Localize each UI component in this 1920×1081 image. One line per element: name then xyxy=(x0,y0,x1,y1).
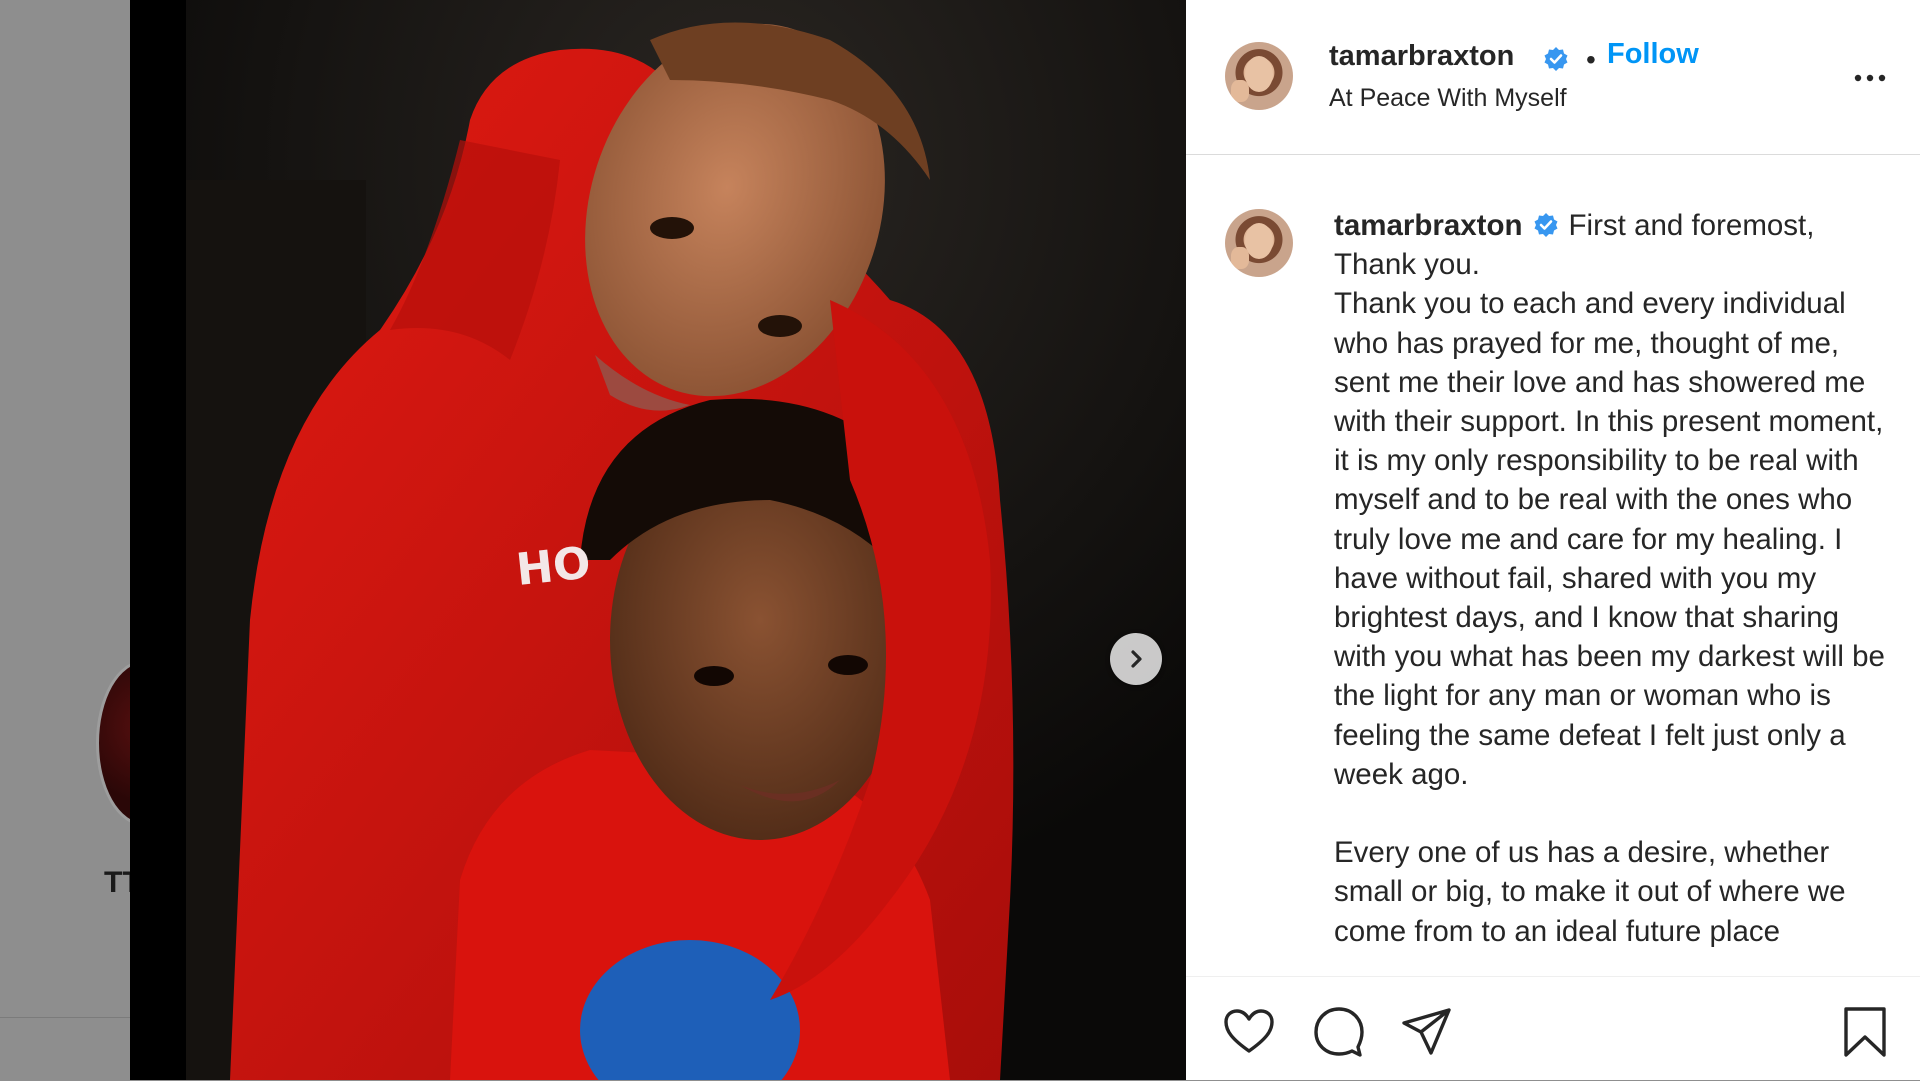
post-caption: tamarbraxton First and foremost, Thank yo… xyxy=(1334,206,1894,951)
verified-badge-icon xyxy=(1544,47,1568,71)
verified-badge-icon xyxy=(1534,213,1558,237)
caption-username[interactable]: tamarbraxton xyxy=(1334,209,1523,242)
follow-button[interactable]: Follow xyxy=(1607,38,1699,71)
comment-icon[interactable] xyxy=(1312,1005,1366,1059)
heart-icon[interactable] xyxy=(1222,1005,1276,1059)
photo-shirt-text: HO xyxy=(514,537,593,595)
next-photo-button[interactable] xyxy=(1110,633,1162,685)
caption-avatar[interactable] xyxy=(1225,209,1293,277)
background-page xyxy=(0,0,130,1080)
share-icon[interactable] xyxy=(1400,1005,1454,1059)
post-header: tamarbraxton • Follow At Peace With Myse… xyxy=(1186,0,1920,155)
separator-dot: • xyxy=(1586,44,1596,75)
post-photo[interactable]: HO xyxy=(130,0,1186,1080)
chevron-right-icon xyxy=(1131,650,1142,668)
header-username[interactable]: tamarbraxton xyxy=(1329,40,1514,73)
post-actions-bar xyxy=(1186,976,1920,1081)
location-link[interactable]: At Peace With Myself xyxy=(1329,84,1567,113)
post-side-panel: tamarbraxton • Follow At Peace With Myse… xyxy=(1186,0,1920,1080)
more-options-icon[interactable] xyxy=(1852,60,1888,96)
background-divider xyxy=(0,1017,130,1018)
comments-scroll-area[interactable]: tamarbraxton First and foremost, Thank yo… xyxy=(1186,155,1920,969)
bookmark-icon[interactable] xyxy=(1838,1005,1892,1059)
caption-text: First and foremost, Thank you. Thank you… xyxy=(1334,209,1885,948)
avatar[interactable] xyxy=(1225,42,1293,110)
